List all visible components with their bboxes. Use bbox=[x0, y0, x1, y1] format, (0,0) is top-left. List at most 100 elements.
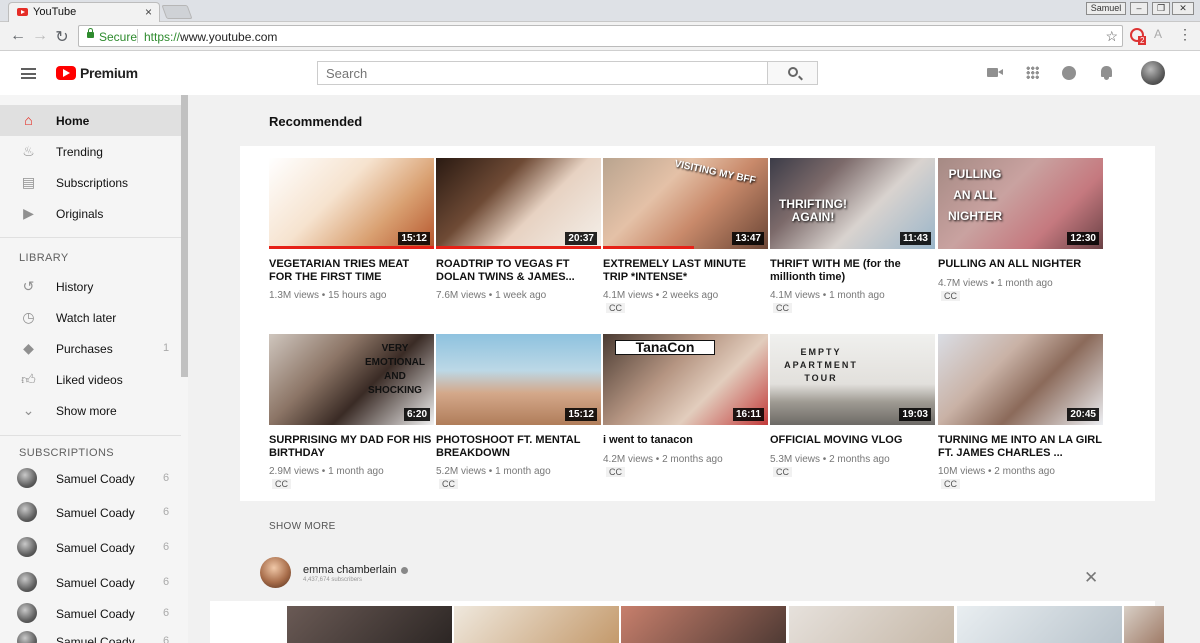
browser-tab[interactable]: YouTube × bbox=[8, 2, 160, 22]
apps-grid-icon[interactable] bbox=[1026, 66, 1039, 79]
hamburger-menu-icon[interactable] bbox=[21, 68, 36, 79]
video-title[interactable]: PULLING AN ALL NIGHTER bbox=[938, 258, 1103, 271]
channel-name[interactable]: emma chamberlain bbox=[303, 564, 408, 576]
video-thumbnail[interactable]: VISITING MY BFF 13:47 bbox=[603, 158, 768, 249]
sidebar-item-watch-later[interactable]: ◷ Watch later bbox=[0, 302, 181, 333]
originals-icon: ▶ bbox=[23, 205, 34, 221]
upload-video-icon[interactable] bbox=[987, 68, 1003, 77]
restore-icon[interactable]: ❐ bbox=[1152, 2, 1170, 15]
translate-icon[interactable]: A bbox=[1154, 27, 1162, 41]
address-bar-row: ← → ↻ Secure https://www.youtube.com ☆ 2… bbox=[0, 22, 1200, 51]
video-thumbnail[interactable]: 15:12 bbox=[436, 334, 601, 425]
sidebar-item-show-more[interactable]: ⌄ Show more bbox=[0, 395, 181, 426]
video-thumbnail[interactable]: EMPTY APARTMENT TOUR 19:03 bbox=[770, 334, 935, 425]
sidebar-item-subscription[interactable]: Samuel Coady 6 bbox=[0, 567, 181, 598]
subscriptions-icon: ▤ bbox=[21, 174, 36, 190]
video-duration: 15:12 bbox=[565, 408, 597, 421]
channel-avatar[interactable] bbox=[260, 557, 291, 588]
video-thumbnail[interactable]: 15:12 bbox=[269, 158, 434, 249]
new-tab-button[interactable] bbox=[161, 5, 193, 19]
video-duration: 12:30 bbox=[1067, 232, 1099, 245]
sidebar-item-label: History bbox=[56, 280, 94, 294]
account-avatar[interactable] bbox=[1141, 61, 1165, 85]
sidebar-item-subscription[interactable]: Samuel Coady 6 bbox=[0, 497, 181, 528]
video-title[interactable]: PHOTOSHOOT FT. MENTAL BREAKDOWN bbox=[436, 434, 601, 459]
video-title[interactable]: ROADTRIP TO VEGAS FT DOLAN TWINS & JAMES… bbox=[436, 258, 601, 283]
recommended-shelf: 15:12 VEGETARIAN TRIES MEAT FOR THE FIRST… bbox=[240, 146, 1155, 501]
minimize-icon[interactable]: – bbox=[1130, 2, 1148, 15]
video-thumbnail[interactable]: VERY EMOTIONAL AND SHOCKING 6:20 bbox=[269, 334, 434, 425]
video-card[interactable]: EMPTY APARTMENT TOUR 19:03 OFFICIAL MOVING… bbox=[770, 334, 935, 504]
video-card[interactable]: THRIFTING! AGAIN! 11:43 THRIFT WITH ME (fo… bbox=[770, 158, 935, 328]
brand-label[interactable]: Premium bbox=[80, 65, 138, 81]
video-card[interactable]: 20:37 ROADTRIP TO VEGAS FT DOLAN TWINS & … bbox=[436, 158, 601, 328]
video-card[interactable]: 15:12 PHOTOSHOOT FT. MENTAL BREAKDOWN 5.2M… bbox=[436, 334, 601, 504]
sidebar-item-label: Originals bbox=[56, 207, 104, 221]
video-thumbnail[interactable]: 20:45 bbox=[938, 334, 1103, 425]
video-title[interactable]: SURPRISING MY DAD FOR HIS BIRTHDAY bbox=[269, 434, 434, 459]
video-card[interactable]: VERY EMOTIONAL AND SHOCKING 6:20 SURPRISIN… bbox=[269, 334, 434, 504]
messages-icon[interactable] bbox=[1062, 66, 1076, 80]
back-icon[interactable]: ← bbox=[9, 27, 27, 45]
forward-icon[interactable]: → bbox=[31, 27, 49, 45]
tab-close-icon[interactable]: × bbox=[145, 5, 152, 19]
video-card[interactable]: 15:12 VEGETARIAN TRIES MEAT FOR THE FIRST… bbox=[269, 158, 434, 328]
video-title[interactable]: EXTREMELY LAST MINUTE TRIP *INTENSE* bbox=[603, 258, 768, 283]
sidebar-item-subscription[interactable]: Samuel Coady 6 bbox=[0, 532, 181, 563]
new-video-count: 6 bbox=[163, 541, 170, 553]
video-title[interactable]: THRIFT WITH ME (for the millionth time) bbox=[770, 258, 935, 283]
reload-icon[interactable]: ↻ bbox=[53, 27, 71, 47]
video-title[interactable]: i went to tanacon bbox=[603, 434, 768, 447]
sidebar-item-trending[interactable]: ♨ Trending bbox=[0, 136, 181, 167]
sidebar-item-history[interactable]: ↺ History bbox=[0, 271, 181, 302]
video-card[interactable]: TanaCon 16:11 i went to tanacon 4.2M views … bbox=[603, 334, 768, 504]
close-window-icon[interactable]: ✕ bbox=[1172, 2, 1194, 15]
url-text[interactable]: https://www.youtube.com bbox=[144, 30, 277, 44]
profile-button[interactable]: Samuel bbox=[1086, 2, 1126, 15]
show-more-button[interactable]: SHOW MORE bbox=[269, 521, 336, 532]
channel-video-thumbnail[interactable] bbox=[454, 606, 619, 643]
sidebar-scrollbar[interactable] bbox=[181, 95, 188, 377]
channel-video-thumbnail[interactable] bbox=[621, 606, 786, 643]
video-meta: 4.1M views • 2 weeks ago bbox=[603, 290, 719, 301]
video-title[interactable]: OFFICIAL MOVING VLOG bbox=[770, 434, 935, 447]
notifications-bell-icon[interactable] bbox=[1101, 66, 1112, 80]
video-thumbnail[interactable]: PULLING AN ALL NIGHTER 12:30 bbox=[938, 158, 1103, 249]
channel-video-thumbnail[interactable] bbox=[1124, 606, 1164, 643]
youtube-logo-icon[interactable] bbox=[56, 66, 76, 80]
video-card[interactable]: 20:45 TURNING ME INTO AN LA GIRL FT. JAME… bbox=[938, 334, 1103, 504]
sidebar-item-subscriptions[interactable]: ▤ Subscriptions bbox=[0, 167, 181, 198]
channel-video-thumbnail[interactable] bbox=[789, 606, 954, 643]
sidebar-item-subscription[interactable]: Samuel Coady 6 bbox=[0, 626, 181, 643]
video-thumbnail[interactable]: TanaCon 16:11 bbox=[603, 334, 768, 425]
sidebar-item-label: Show more bbox=[56, 404, 117, 418]
sidebar-item-subscription[interactable]: Samuel Coady 6 bbox=[0, 463, 181, 494]
sidebar-item-subscription[interactable]: Samuel Coady 6 bbox=[0, 598, 181, 629]
cc-badge: CC bbox=[606, 303, 625, 313]
channel-video-thumbnail[interactable] bbox=[957, 606, 1122, 643]
video-card[interactable]: PULLING AN ALL NIGHTER 12:30 PULLING AN AL… bbox=[938, 158, 1103, 328]
dismiss-shelf-icon[interactable]: ✕ bbox=[1084, 568, 1098, 588]
search-button[interactable] bbox=[767, 61, 818, 85]
sidebar-item-home[interactable]: ⌂ Home bbox=[0, 105, 181, 136]
verified-badge-icon bbox=[400, 566, 408, 574]
video-thumbnail[interactable]: THRIFTING! AGAIN! 11:43 bbox=[770, 158, 935, 249]
thumbs-up-icon: 👍︎ bbox=[21, 371, 36, 387]
channel-video-thumbnail[interactable] bbox=[287, 606, 452, 643]
video-card[interactable]: VISITING MY BFF 13:47 EXTREMELY LAST MINUT… bbox=[603, 158, 768, 328]
search-input[interactable] bbox=[317, 61, 768, 85]
subscriptions-heading: SUBSCRIPTIONS bbox=[19, 447, 115, 459]
menu-kebab-icon[interactable]: ⋮ bbox=[1178, 26, 1192, 43]
sidebar-item-liked-videos[interactable]: 👍︎ Liked videos bbox=[0, 364, 181, 395]
video-title[interactable]: TURNING ME INTO AN LA GIRL FT. JAMES CHA… bbox=[938, 434, 1103, 459]
youtube-header: Premium bbox=[0, 51, 1200, 95]
video-duration: 19:03 bbox=[899, 408, 931, 421]
sidebar-item-purchases[interactable]: ◆ Purchases 1 bbox=[0, 333, 181, 364]
omnibox[interactable]: Secure https://www.youtube.com ☆ bbox=[78, 25, 1123, 47]
video-meta: 1.3M views • 15 hours ago bbox=[269, 290, 387, 301]
video-meta: 4.1M views • 1 month ago bbox=[770, 290, 885, 301]
video-title[interactable]: VEGETARIAN TRIES MEAT FOR THE FIRST TIME bbox=[269, 258, 434, 283]
video-thumbnail[interactable]: 20:37 bbox=[436, 158, 601, 249]
sidebar-item-originals[interactable]: ▶ Originals bbox=[0, 198, 181, 229]
bookmark-star-icon[interactable]: ☆ bbox=[1105, 28, 1118, 45]
